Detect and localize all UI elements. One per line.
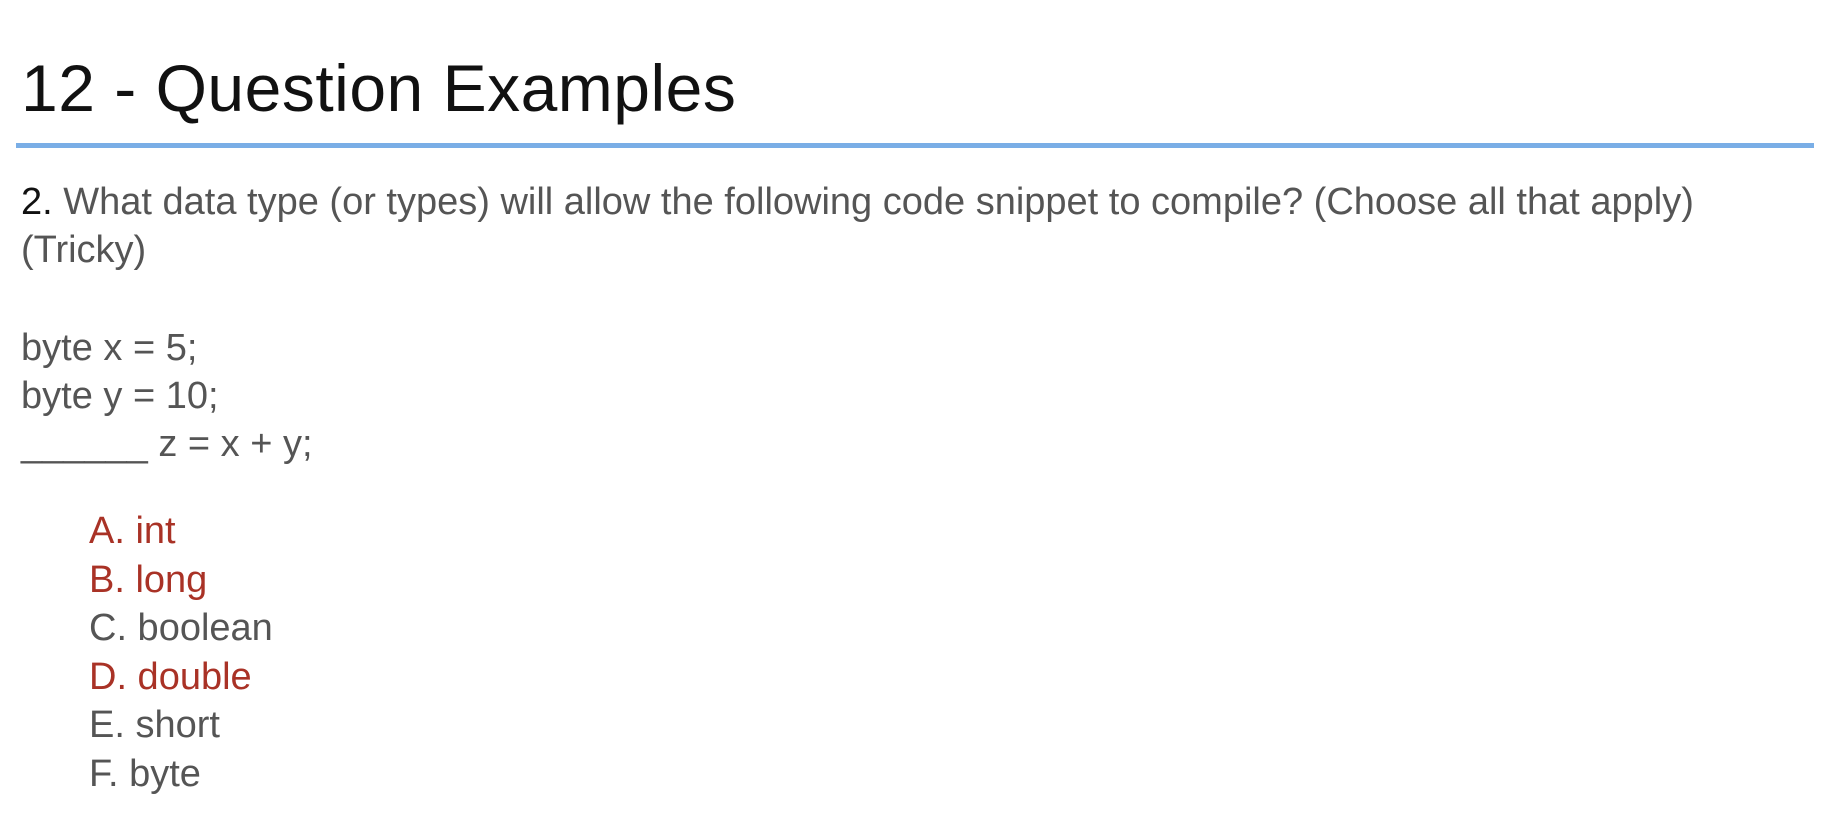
code-line: byte y = 10;: [21, 375, 219, 417]
code-line: byte x = 5;: [21, 327, 198, 369]
page-title: 12 - Question Examples: [21, 51, 737, 125]
slide: 12 - Question Examples 2. What data type…: [0, 0, 1830, 828]
code-snippet: byte x = 5; byte y = 10; ______ z = x + …: [21, 324, 313, 468]
answer-option-f: F. byte: [89, 752, 201, 795]
question-number: 2.: [21, 181, 53, 223]
answer-options: A. int B. long C. boolean D. double E. s…: [89, 507, 273, 798]
answer-option-e: E. short: [89, 704, 220, 746]
question-text: 2. What data type (or types) will allow …: [21, 178, 1801, 274]
code-line: ______ z = x + y;: [21, 423, 313, 465]
answer-option-a: A. int: [89, 510, 176, 552]
question-body: What data type (or types) will allow the…: [21, 181, 1694, 271]
answer-option-d: D. double: [89, 655, 252, 698]
answer-option-b: B. long: [89, 558, 208, 601]
answer-option-c: C. boolean: [89, 607, 273, 649]
title-divider: [16, 143, 1814, 148]
